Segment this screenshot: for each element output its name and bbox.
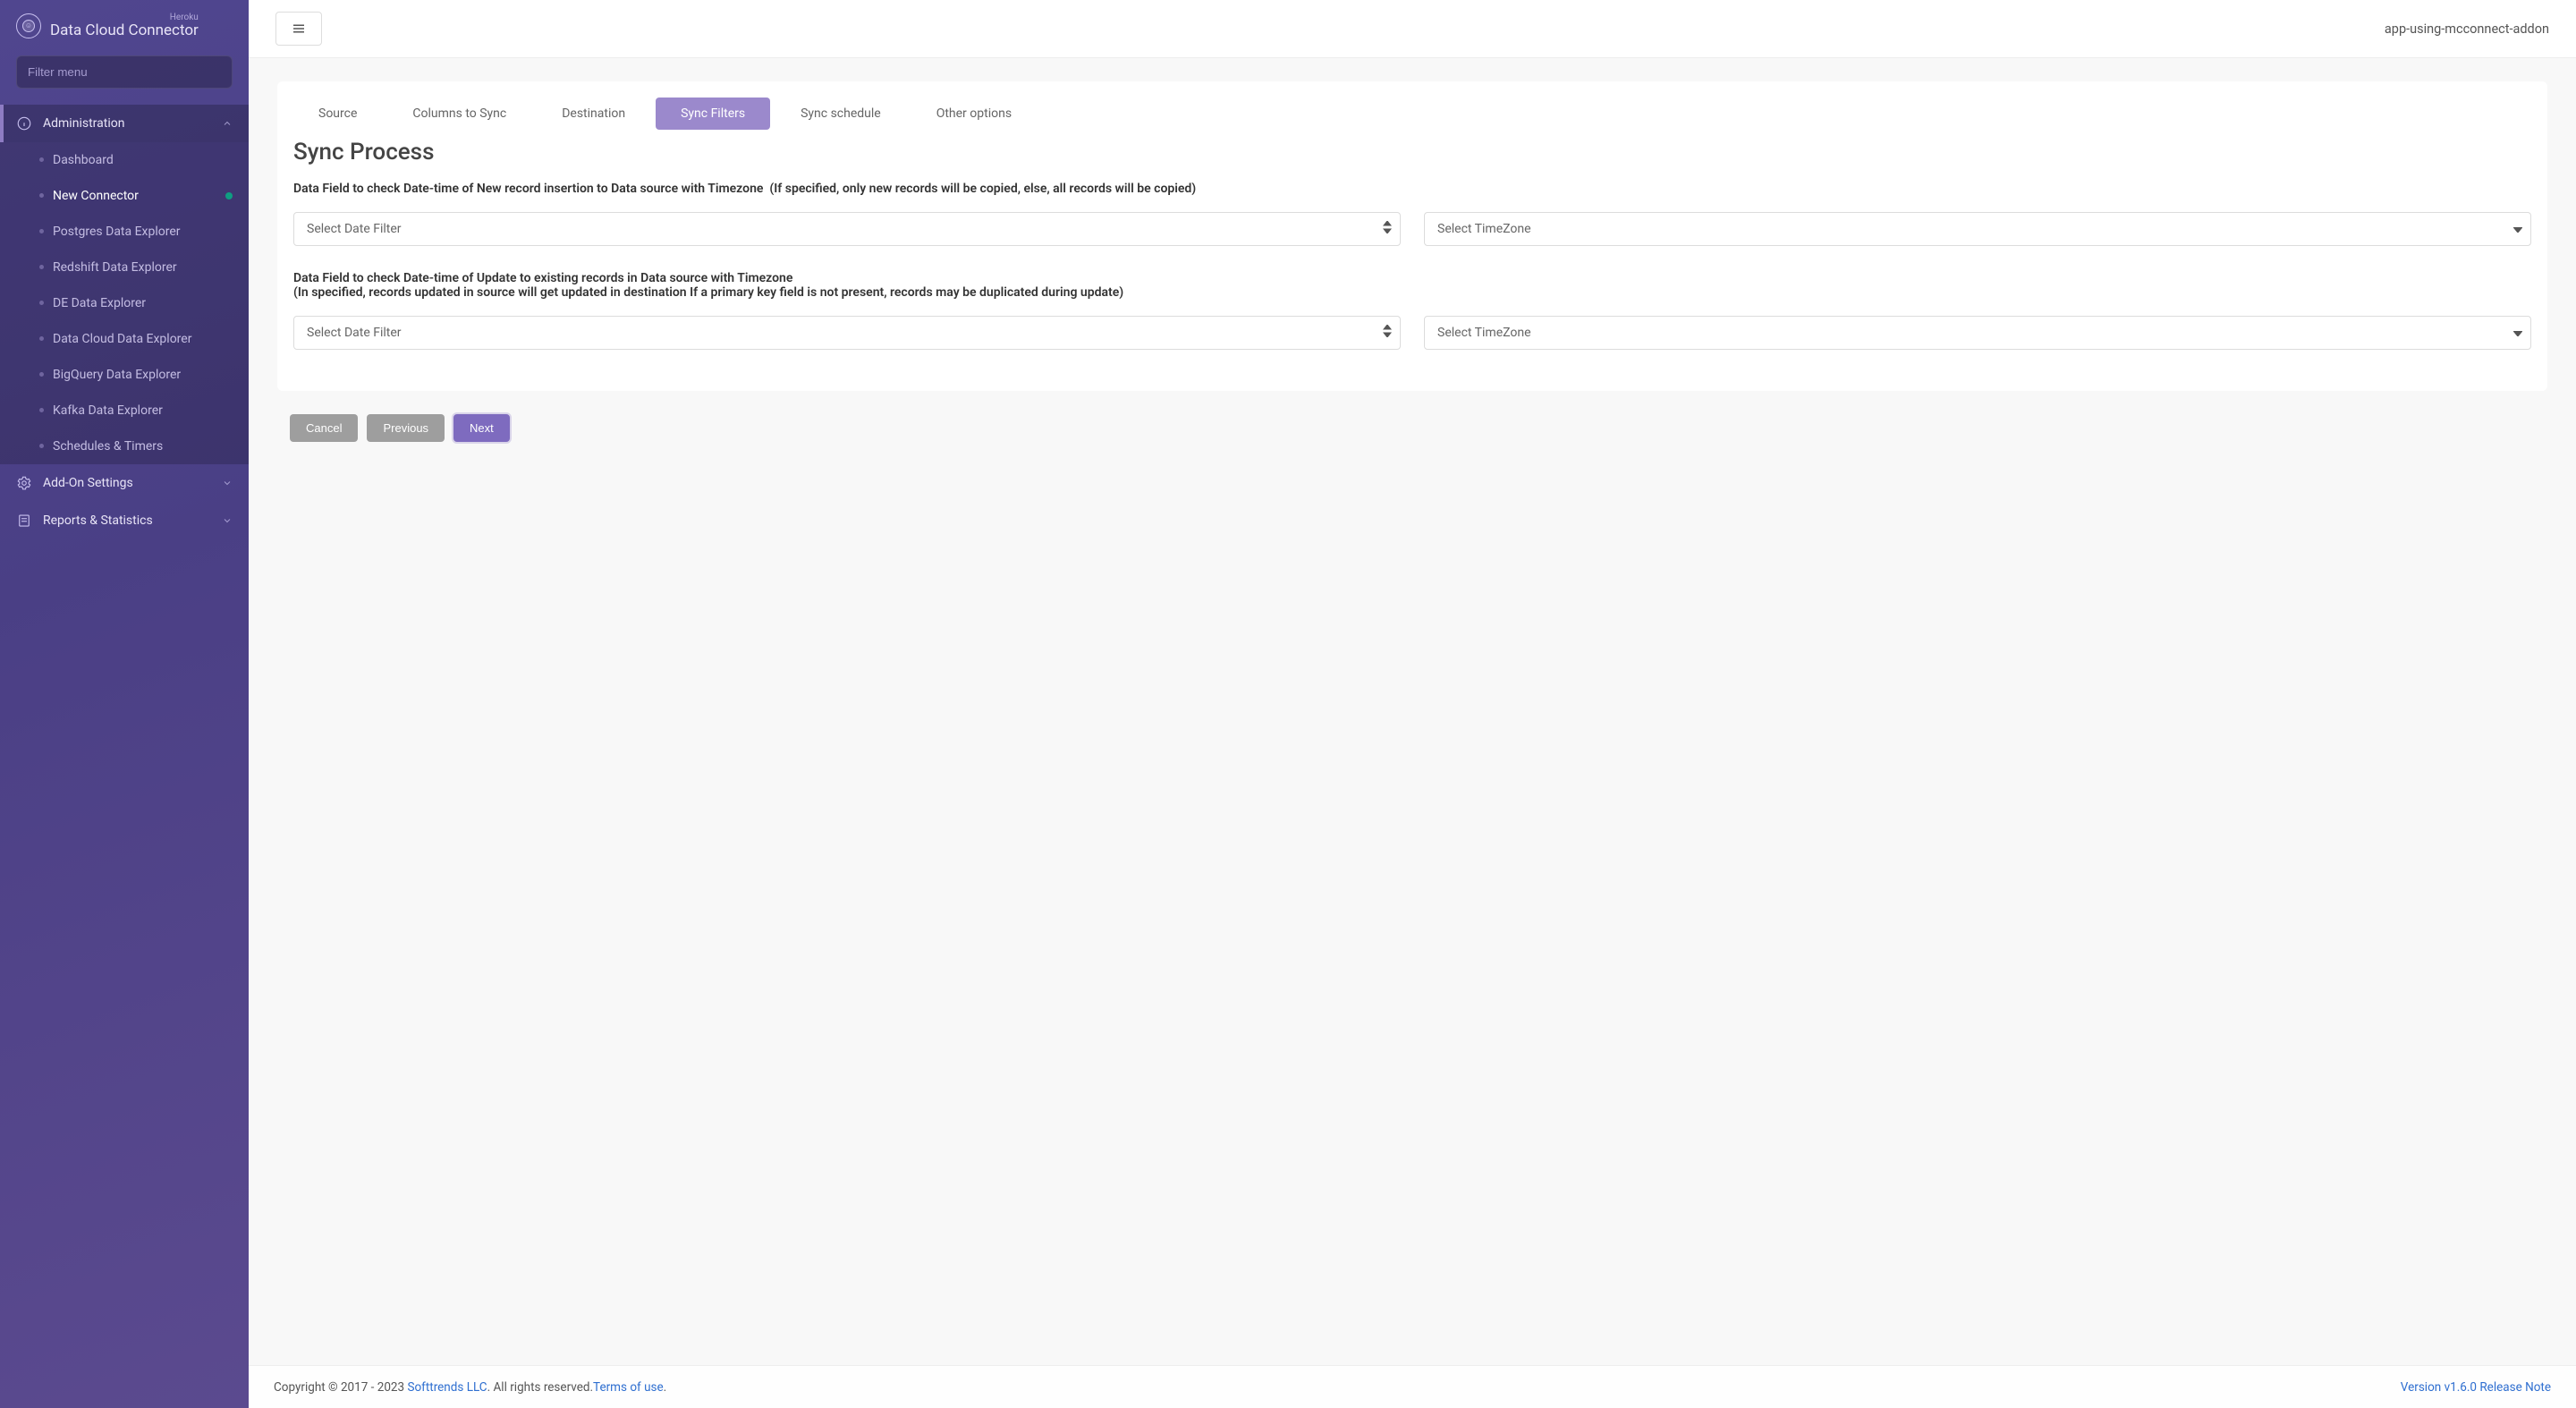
tab-destination[interactable]: Destination [537,98,650,130]
section2-label: Data Field to check Date-time of Update … [293,271,792,285]
page-title: Sync Process [293,139,2531,165]
tab-other-options[interactable]: Other options [911,98,1037,130]
select-timezone-2-wrap: Select TimeZone [1424,316,2531,350]
sidebar: ☺ Heroku Data Cloud Connector Administra… [0,0,249,1408]
nav-group-administration[interactable]: Administration [0,105,249,142]
nav-group-label: Administration [43,116,124,131]
select-date-filter-2[interactable]: Select Date Filter [293,316,1401,350]
section2-row: Select Date Filter Select TimeZone [293,316,2531,350]
select-value: Select TimeZone [1437,326,1531,340]
select-timezone-1-wrap: Select TimeZone [1424,212,2531,246]
sidebar-item-de[interactable]: DE Data Explorer [0,285,249,321]
chevron-down-icon [222,478,233,488]
sidebar-item-datacloud[interactable]: Data Cloud Data Explorer [0,321,249,357]
nav-group-reports[interactable]: Reports & Statistics [0,502,249,539]
footer: Copyright © 2017 - 2023 Softtrends LLC. … [249,1365,2576,1408]
filter-menu-wrap [0,55,249,99]
sidebar-item-dashboard[interactable]: Dashboard [0,142,249,178]
info-icon [16,115,32,131]
sidebar-item-postgres[interactable]: Postgres Data Explorer [0,214,249,250]
select-timezone-1[interactable]: Select TimeZone [1424,212,2531,246]
section1-label: Data Field to check Date-time of New rec… [293,182,763,196]
sidebar-item-new-connector[interactable]: New Connector [0,178,249,214]
select-date-filter-1[interactable]: Select Date Filter [293,212,1401,246]
cancel-button[interactable]: Cancel [290,414,358,442]
chevron-up-icon [222,118,233,129]
footer-copyright: Copyright © 2017 - 2023 Softtrends LLC. … [274,1380,666,1395]
nav-group-addon[interactable]: Add-On Settings [0,464,249,502]
sidebar-item-label: BigQuery Data Explorer [53,368,181,382]
admin-subitems: Dashboard New Connector Postgres Data Ex… [0,142,249,464]
previous-button[interactable]: Previous [367,414,445,442]
sidebar-item-redshift[interactable]: Redshift Data Explorer [0,250,249,285]
card: Source Columns to Sync Destination Sync … [277,81,2547,391]
select-date-filter-1-wrap: Select Date Filter [293,212,1401,246]
sidebar-header: ☺ Heroku Data Cloud Connector [0,0,249,55]
tab-sync-filters[interactable]: Sync Filters [656,98,770,130]
main-area: app-using-mcconnect-addon Source Columns… [249,0,2576,1408]
gear-icon [16,475,32,491]
sidebar-item-bigquery[interactable]: BigQuery Data Explorer [0,357,249,393]
footer-release-link[interactable]: Release Note [2479,1380,2551,1395]
brand-title: Data Cloud Connector [50,22,199,39]
sidebar-item-label: Postgres Data Explorer [53,225,181,239]
section-new-record: Data Field to check Date-time of New rec… [293,182,2531,196]
tab-sync-schedule[interactable]: Sync schedule [775,98,906,130]
sidebar-nav: Administration Dashboard New Connector P… [0,99,249,1408]
sidebar-item-schedules[interactable]: Schedules & Timers [0,428,249,464]
wizard-buttons: Cancel Previous Next [290,414,2547,442]
nav-group-label: Add-On Settings [43,476,133,490]
filter-menu-input[interactable] [16,55,233,89]
footer-version: Version v1.6.0 Release Note [2401,1380,2551,1395]
section1-hint: (If specified, only new records will be … [767,182,1196,196]
next-button[interactable]: Next [453,414,510,442]
topbar: app-using-mcconnect-addon [249,0,2576,58]
tab-source[interactable]: Source [293,98,382,130]
logo-inner-icon: ☺ [22,20,35,32]
report-icon [16,513,32,529]
section2-hint: (In specified, records updated in source… [293,285,2531,300]
chevron-down-icon [222,515,233,526]
section-update-record: Data Field to check Date-time of Update … [293,271,2531,300]
select-value: Select Date Filter [307,326,402,340]
sidebar-item-label: Data Cloud Data Explorer [53,332,191,346]
nav-group-label: Reports & Statistics [43,513,153,528]
select-date-filter-2-wrap: Select Date Filter [293,316,1401,350]
sidebar-item-label: Redshift Data Explorer [53,260,177,275]
tab-columns[interactable]: Columns to Sync [387,98,531,130]
sidebar-item-label: DE Data Explorer [53,296,146,310]
sidebar-item-label: New Connector [53,189,139,203]
footer-terms-link[interactable]: Terms of use [593,1380,664,1395]
sidebar-item-label: Schedules & Timers [53,439,163,454]
app-logo: ☺ [16,13,41,38]
footer-company-link[interactable]: Softtrends LLC [407,1380,487,1395]
app-name-label: app-using-mcconnect-addon [2385,21,2549,37]
sidebar-item-label: Dashboard [53,153,114,167]
hamburger-button[interactable] [275,12,322,46]
select-value: Select Date Filter [307,222,402,236]
content: Source Columns to Sync Destination Sync … [249,58,2576,1408]
tabs: Source Columns to Sync Destination Sync … [293,98,2531,130]
footer-version-link[interactable]: Version v1.6.0 [2401,1380,2480,1395]
select-value: Select TimeZone [1437,222,1531,236]
sidebar-item-label: Kafka Data Explorer [53,403,163,418]
section1-row: Select Date Filter Select TimeZone [293,212,2531,246]
select-timezone-2[interactable]: Select TimeZone [1424,316,2531,350]
sidebar-item-kafka[interactable]: Kafka Data Explorer [0,393,249,428]
brand-block: Heroku Data Cloud Connector [50,13,199,39]
active-indicator-icon [225,192,233,199]
